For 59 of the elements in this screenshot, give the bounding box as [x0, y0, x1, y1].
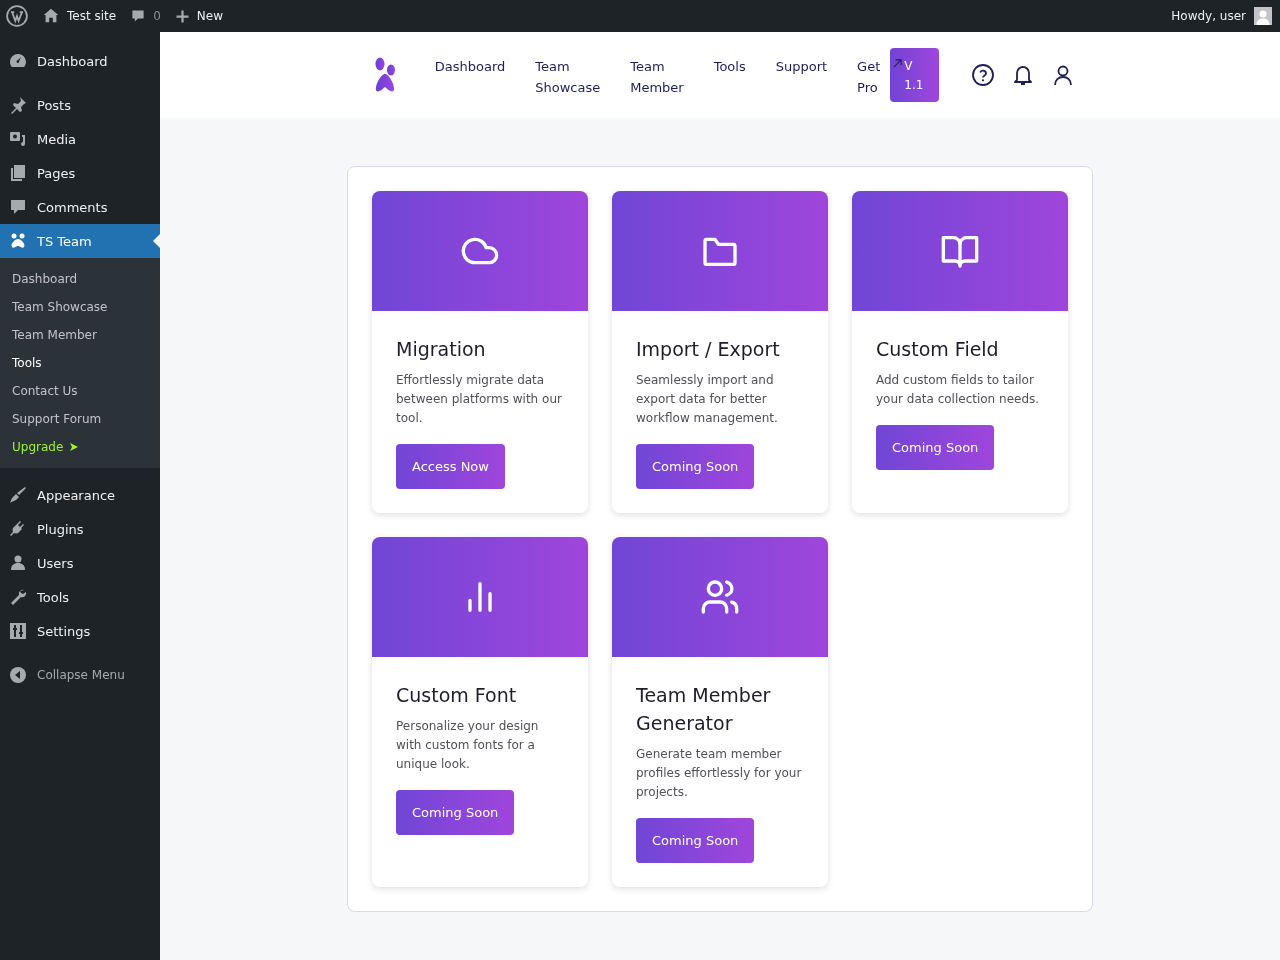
submenu-item[interactable]: Team Showcase [0, 293, 160, 321]
card-button[interactable]: Access Now [396, 444, 505, 489]
menu-item[interactable]: Dashboard [0, 44, 160, 78]
media-icon [8, 129, 28, 149]
card-button[interactable]: Coming Soon [636, 444, 755, 489]
collapse-menu-button[interactable]: Collapse Menu [0, 658, 160, 692]
home-icon [42, 7, 60, 25]
new-link[interactable]: New [196, 9, 223, 23]
card-description: Generate team member profiles effortlessly for your projects. [636, 746, 803, 801]
submenu-item[interactable]: Dashboard [0, 265, 160, 293]
nav-link[interactable]: Team Member [630, 56, 684, 98]
card-description: Personalize your design with custom fonts for a unique look. [396, 718, 540, 773]
nav-link[interactable]: Get Pro [857, 56, 881, 98]
version-badge[interactable]: V 1.1 [890, 48, 940, 102]
user-greeting[interactable]: Howdy, user [1171, 9, 1246, 23]
submenu-item[interactable]: Contact Us [0, 377, 160, 405]
card-button[interactable]: Coming Soon [636, 818, 755, 863]
pages-icon [8, 163, 28, 183]
submenu-item[interactable]: Support Forum [0, 405, 160, 433]
wordpress-logo-icon[interactable] [6, 5, 28, 27]
sliders-icon [8, 621, 28, 641]
nav-link[interactable]: Team Showcase [535, 56, 601, 98]
submenu-item[interactable]: Team Member [0, 321, 160, 349]
menu-item[interactable]: Media [0, 122, 160, 156]
menu-item[interactable]: Pages [0, 156, 160, 190]
arrowhead-icon [69, 442, 80, 452]
user-icon [8, 553, 28, 573]
help-icon[interactable] [971, 63, 996, 87]
site-name[interactable]: Test site [67, 9, 117, 23]
card-title: Migration [396, 337, 487, 362]
card-description: Effortlessly migrate data between platforms with our tool. [396, 372, 563, 427]
card-description: Seamlessly import and export data for better workflow management. [636, 372, 779, 427]
comment-count[interactable]: 0 [153, 9, 161, 23]
card-button[interactable]: Coming Soon [396, 790, 515, 835]
card-title: Team Member Generator [636, 683, 772, 736]
card-description: Add custom fields to tailor your data collection needs. [876, 372, 1041, 408]
comment-icon[interactable] [130, 8, 147, 24]
submenu-item[interactable]: Tools [0, 349, 160, 377]
speech-bubble-icon [8, 197, 28, 217]
paintbrush-icon [8, 485, 28, 505]
people-icon [700, 577, 740, 617]
nav-link[interactable]: Support [775, 56, 828, 77]
card-button[interactable]: Coming Soon [876, 425, 995, 470]
external-arrow-icon [893, 59, 903, 68]
menu-item[interactable]: Comments [0, 190, 160, 224]
menu-item[interactable]: Settings [0, 614, 160, 648]
card-title: Import / Export [636, 337, 781, 362]
plus-icon[interactable] [174, 8, 190, 24]
nav-link[interactable]: Dashboard [434, 56, 506, 77]
menu-item[interactable]: Users [0, 546, 160, 580]
nav-link[interactable]: Tools [713, 56, 746, 77]
card-title: Custom Field [876, 337, 1000, 362]
menu-item[interactable]: Tools [0, 580, 160, 614]
upgrade-link[interactable]: Upgrade [0, 433, 160, 461]
card-title: Custom Font [396, 683, 518, 708]
menu-item[interactable]: TS Team [0, 224, 160, 258]
menu-item[interactable]: Posts [0, 88, 160, 122]
menu-item[interactable]: Plugins [0, 512, 160, 546]
menu-item[interactable]: Appearance [0, 478, 160, 512]
